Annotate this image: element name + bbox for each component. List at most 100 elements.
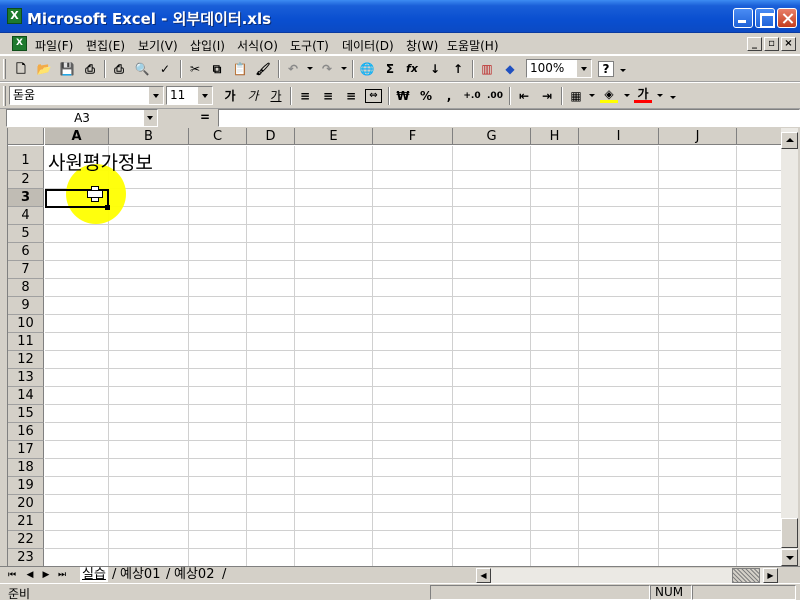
horizontal-scrollbar[interactable]: ◀ ▶ [476, 568, 778, 583]
menu-file[interactable]: 파일(F) [35, 37, 73, 54]
row-header-20[interactable]: 20 [8, 495, 44, 513]
redo-dropdown-icon[interactable] [341, 67, 347, 70]
borders-dropdown-icon[interactable] [589, 94, 595, 97]
fill-handle[interactable] [105, 205, 110, 210]
copy-icon[interactable]: ⧉ [208, 60, 226, 78]
print-preview-icon[interactable]: 🔍 [133, 60, 151, 78]
menu-window[interactable]: 창(W) [406, 37, 438, 54]
doc-restore-button[interactable]: ▫ [764, 37, 779, 51]
formula-input[interactable] [218, 109, 800, 127]
sheet-tab-yesang01[interactable]: 예상01 [120, 567, 160, 582]
drawing-icon[interactable]: ◆ [501, 60, 519, 78]
sort-ascending-icon[interactable]: ↓ [426, 60, 444, 78]
undo-dropdown-icon[interactable] [307, 67, 313, 70]
minimize-button[interactable] [733, 8, 753, 28]
new-icon[interactable]: 🗋 [12, 60, 30, 78]
column-header-f[interactable]: F [373, 128, 453, 145]
toolbar-options-icon[interactable] [620, 69, 626, 72]
last-sheet-icon[interactable]: ⏭ [56, 569, 68, 581]
column-header-a[interactable]: A [45, 128, 109, 145]
menu-view[interactable]: 보기(V) [138, 37, 178, 54]
row-header-10[interactable]: 10 [8, 315, 44, 333]
row-header-7[interactable]: 7 [8, 261, 44, 279]
row-header-5[interactable]: 5 [8, 225, 44, 243]
chart-wizard-icon[interactable]: ▥ [478, 60, 496, 78]
spelling-icon[interactable]: ✓ [156, 60, 174, 78]
close-button[interactable] [777, 8, 797, 28]
help-icon[interactable]: ? [598, 61, 614, 77]
comma-button[interactable]: , [440, 87, 458, 105]
row-header-13[interactable]: 13 [8, 369, 44, 387]
font-color-dropdown-icon[interactable] [657, 94, 663, 97]
select-all-button[interactable] [8, 128, 44, 145]
currency-button[interactable]: ₩ [394, 87, 412, 105]
column-header-i[interactable]: I [579, 128, 659, 145]
font-name-select[interactable]: 돋움 [9, 86, 164, 105]
open-icon[interactable]: 📂 [35, 60, 53, 78]
format-painter-icon[interactable]: 🖌 [254, 60, 272, 78]
name-box[interactable]: A3 [6, 109, 158, 127]
font-size-select[interactable]: 11 [166, 86, 213, 105]
vertical-scrollbar[interactable] [781, 128, 798, 566]
row-header-22[interactable]: 22 [8, 531, 44, 549]
edit-formula-button[interactable]: = [200, 110, 210, 124]
row-header-17[interactable]: 17 [8, 441, 44, 459]
paste-function-icon[interactable]: fx [403, 60, 421, 78]
prev-sheet-icon[interactable]: ◀ [24, 569, 36, 581]
scroll-up-icon[interactable] [781, 132, 798, 149]
column-header-c[interactable]: C [189, 128, 247, 145]
row-header-11[interactable]: 11 [8, 333, 44, 351]
cell-a1[interactable]: 사원평가정보 [48, 148, 153, 175]
borders-icon[interactable]: ▦ [567, 87, 585, 105]
row-header-8[interactable]: 8 [8, 279, 44, 297]
column-header-d[interactable]: D [247, 128, 295, 145]
chevron-down-icon[interactable] [198, 87, 212, 104]
sheet-tab-practice[interactable]: 실습 [80, 567, 108, 582]
align-right-icon[interactable]: ≡ [342, 87, 360, 105]
row-header-3[interactable]: 3 [8, 189, 44, 207]
row-header-4[interactable]: 4 [8, 207, 44, 225]
scroll-down-icon[interactable] [781, 549, 798, 566]
column-header-b[interactable]: B [109, 128, 189, 145]
decrease-indent-icon[interactable]: ⇤ [515, 87, 533, 105]
doc-close-button[interactable]: × [781, 37, 796, 51]
row-header-12[interactable]: 12 [8, 351, 44, 369]
italic-button[interactable]: 가 [244, 87, 262, 105]
column-header-j[interactable]: J [659, 128, 737, 145]
bold-button[interactable]: 가 [221, 87, 239, 105]
column-header-g[interactable]: G [453, 128, 531, 145]
column-header-partial[interactable] [737, 128, 781, 145]
hyperlink-icon[interactable]: 🌐 [358, 60, 376, 78]
undo-icon[interactable]: ↶ [284, 60, 302, 78]
sort-descending-icon[interactable]: ↑ [449, 60, 467, 78]
permission-icon[interactable]: ⎙ [81, 60, 99, 78]
row-header-14[interactable]: 14 [8, 387, 44, 405]
align-center-icon[interactable]: ≡ [319, 87, 337, 105]
scroll-right-icon[interactable]: ▶ [763, 568, 778, 583]
redo-icon[interactable]: ↷ [318, 60, 336, 78]
workbook-icon[interactable]: X [12, 36, 27, 51]
row-header-19[interactable]: 19 [8, 477, 44, 495]
menu-format[interactable]: 서식(O) [237, 37, 278, 54]
row-header-16[interactable]: 16 [8, 423, 44, 441]
next-sheet-icon[interactable]: ▶ [40, 569, 52, 581]
cut-icon[interactable]: ✂ [186, 60, 204, 78]
fill-color-icon[interactable]: ◈ [600, 87, 618, 103]
font-color-button[interactable]: 가 [634, 87, 652, 103]
chevron-down-icon[interactable] [577, 60, 591, 77]
menu-edit[interactable]: 편집(E) [86, 37, 125, 54]
percent-button[interactable]: % [417, 87, 435, 105]
chevron-down-icon[interactable] [149, 87, 163, 104]
row-header-6[interactable]: 6 [8, 243, 44, 261]
scroll-thumb[interactable] [781, 518, 798, 548]
row-header-15[interactable]: 15 [8, 405, 44, 423]
merge-center-icon[interactable]: ⇔ [365, 89, 382, 103]
column-header-h[interactable]: H [531, 128, 579, 145]
chevron-down-icon[interactable] [144, 110, 157, 126]
underline-button[interactable]: 가 [267, 87, 285, 105]
row-header-9[interactable]: 9 [8, 297, 44, 315]
autosum-icon[interactable]: Σ [381, 60, 399, 78]
maximize-button[interactable] [755, 8, 775, 28]
zoom-select[interactable]: 100% [526, 59, 592, 78]
excel-app-icon[interactable]: X [7, 8, 22, 24]
